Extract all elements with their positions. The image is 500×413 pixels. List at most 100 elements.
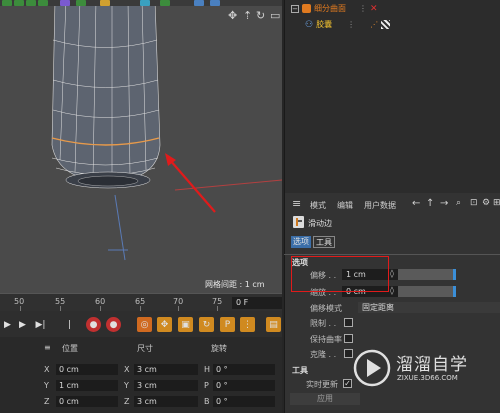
go-to-last-icon[interactable]: | bbox=[62, 317, 77, 332]
grid-spacing-label: 网格间距 : 1 cm bbox=[205, 280, 265, 289]
size-x-field[interactable]: 3 cm bbox=[134, 364, 198, 375]
watermark: 溜溜自学 ZIXUE.3D66.COM bbox=[352, 346, 500, 392]
realtime-label: 实时更新 bbox=[306, 380, 338, 389]
size-y-label: Y bbox=[124, 381, 129, 390]
watermark-logo-icon bbox=[353, 349, 391, 387]
maximize-view-icon[interactable]: ▭ bbox=[270, 9, 280, 22]
disabled-x-icon[interactable]: ✕ bbox=[370, 4, 378, 14]
viewport-scene bbox=[51, 0, 282, 261]
scale-key-icon[interactable]: ▣ bbox=[178, 317, 193, 332]
size-y-field[interactable]: 3 cm bbox=[134, 380, 198, 391]
top-toolbar bbox=[0, 0, 282, 6]
checker-tag-icon[interactable] bbox=[381, 20, 391, 29]
phong-tag-icon[interactable]: ⋰ bbox=[370, 20, 378, 29]
rot-b-field[interactable]: 0 ° bbox=[213, 396, 275, 407]
rot-p-label: P bbox=[204, 381, 209, 390]
realtime-checkbox[interactable]: ✓ bbox=[343, 379, 352, 388]
blue-tool-icon[interactable] bbox=[210, 0, 220, 6]
offset-slider[interactable] bbox=[398, 269, 456, 280]
new-window-icon[interactable]: ⊞ bbox=[493, 198, 500, 208]
hamburger-icon[interactable]: ≡ bbox=[292, 197, 301, 210]
viewport-3d[interactable]: 网格间距 : 1 cm bbox=[0, 0, 282, 293]
visibility-dots-icon[interactable]: ⋮ bbox=[359, 4, 367, 13]
menu-icon[interactable]: ≡ bbox=[44, 343, 51, 352]
green-tool-icon[interactable] bbox=[2, 0, 12, 6]
teal-tool-icon[interactable] bbox=[140, 0, 150, 6]
move-key-icon[interactable]: ✥ bbox=[157, 317, 172, 332]
go-to-end-icon[interactable]: ▶| bbox=[33, 317, 48, 332]
rot-p-field[interactable]: 0 ° bbox=[213, 380, 275, 391]
transport-bar: ▶ ▶ ▶| | ● ● ◎ ✥ ▣ ↻ P ⋮ ▤ bbox=[0, 311, 282, 337]
object-manager: − 细分曲面 ⋮ ✕ ⚇ 胶囊 ⋮ ⋰ bbox=[284, 0, 500, 193]
subdivision-icon bbox=[302, 4, 311, 13]
menu-user-data[interactable]: 用户数据 bbox=[364, 200, 396, 211]
keyframe-icon[interactable]: ◎ bbox=[137, 317, 152, 332]
pos-y-field[interactable]: 1 cm bbox=[56, 380, 118, 391]
green-tool-icon[interactable] bbox=[160, 0, 170, 6]
next-frame-icon[interactable]: ▶ bbox=[15, 317, 30, 332]
pos-y-label: Y bbox=[44, 381, 49, 390]
lock-icon[interactable]: ⊡ bbox=[470, 198, 478, 208]
rotate-key-icon[interactable]: ↻ bbox=[199, 317, 214, 332]
record-icon[interactable]: ● bbox=[86, 317, 101, 332]
search-icon[interactable]: ⌕ bbox=[456, 198, 461, 208]
current-frame-field[interactable]: 0 F bbox=[232, 297, 282, 309]
zoom-view-icon[interactable]: ⇡ bbox=[243, 9, 252, 22]
rot-b-label: B bbox=[204, 397, 210, 406]
menu-mode[interactable]: 模式 bbox=[310, 200, 326, 211]
object-row-capsule[interactable]: ⚇ 胶囊 ⋮ ⋰ bbox=[305, 19, 391, 30]
slide-edge-tool-icon bbox=[293, 216, 304, 228]
apply-button[interactable]: 应用 bbox=[290, 393, 360, 405]
timeline-tick: 50 bbox=[14, 297, 25, 306]
pos-z-field[interactable]: 0 cm bbox=[56, 396, 118, 407]
timeline-ruler[interactable]: 50 55 60 65 70 75 0 F bbox=[0, 293, 282, 311]
keep-curvature-checkbox[interactable] bbox=[344, 334, 353, 343]
up-arrow-icon[interactable]: ↑ bbox=[426, 198, 434, 209]
rot-h-field[interactable]: 0 ° bbox=[213, 364, 275, 375]
size-x-label: X bbox=[124, 365, 130, 374]
tab-tool[interactable]: 工具 bbox=[313, 236, 335, 248]
timeline-window-icon[interactable]: ▤ bbox=[266, 317, 281, 332]
blue-tool-icon[interactable] bbox=[194, 0, 204, 6]
menu-edit[interactable]: 编辑 bbox=[337, 200, 353, 211]
collapse-toggle-icon[interactable]: − bbox=[291, 4, 299, 13]
highlight-box bbox=[291, 256, 389, 292]
yellow-tool-icon[interactable] bbox=[100, 0, 110, 6]
green-tool-icon[interactable] bbox=[26, 0, 36, 6]
section-tool: 工具 bbox=[292, 366, 308, 375]
capsule-mesh bbox=[51, 0, 161, 183]
green-tool-icon[interactable] bbox=[14, 0, 24, 6]
limit-checkbox[interactable] bbox=[344, 318, 353, 327]
grid-key-icon[interactable]: ⋮ bbox=[240, 317, 255, 332]
stepper-icon[interactable]: ◊ bbox=[390, 269, 394, 278]
visibility-dots-icon[interactable]: ⋮ bbox=[347, 20, 355, 29]
position-header: 位置 bbox=[62, 344, 78, 353]
play-backward-icon[interactable]: ▶ bbox=[0, 317, 15, 332]
rot-h-label: H bbox=[204, 365, 211, 374]
clone-label: 克隆 . . bbox=[310, 350, 337, 359]
param-key-icon[interactable]: P bbox=[220, 317, 235, 332]
green-tool-icon[interactable] bbox=[76, 0, 86, 6]
capsule-icon: ⚇ bbox=[305, 19, 314, 30]
settings-icon[interactable]: ⚙ bbox=[482, 198, 490, 208]
timeline-tick: 75 bbox=[212, 297, 223, 306]
watermark-url: ZIXUE.3D66.COM bbox=[397, 374, 458, 382]
back-arrow-icon[interactable]: ← bbox=[412, 198, 420, 209]
rotate-view-icon[interactable]: ↻ bbox=[256, 9, 265, 22]
size-z-field[interactable]: 3 cm bbox=[134, 396, 198, 407]
pos-x-field[interactable]: 0 cm bbox=[56, 364, 118, 375]
pos-x-label: X bbox=[44, 365, 50, 374]
scale-slider[interactable] bbox=[398, 286, 456, 297]
object-row-subdivision[interactable]: − 细分曲面 ⋮ ✕ bbox=[291, 3, 378, 14]
watermark-brand: 溜溜自学 bbox=[396, 355, 468, 375]
auto-key-icon[interactable]: ● bbox=[106, 317, 121, 332]
coordinates-panel: ≡ 位置 尺寸 旋转 X 0 cm X 3 cm H 0 ° Y 1 cm Y … bbox=[0, 337, 282, 413]
timeline-tick: 55 bbox=[55, 297, 66, 306]
green-tool-icon[interactable] bbox=[38, 0, 48, 6]
forward-arrow-icon[interactable]: → bbox=[440, 198, 448, 209]
tab-options[interactable]: 选项 bbox=[291, 236, 311, 248]
offset-mode-select[interactable]: 固定距离 bbox=[358, 302, 500, 313]
purple-tool-icon[interactable] bbox=[60, 0, 70, 6]
move-view-icon[interactable]: ✥ bbox=[228, 9, 237, 22]
stepper-icon[interactable]: ◊ bbox=[390, 286, 394, 295]
